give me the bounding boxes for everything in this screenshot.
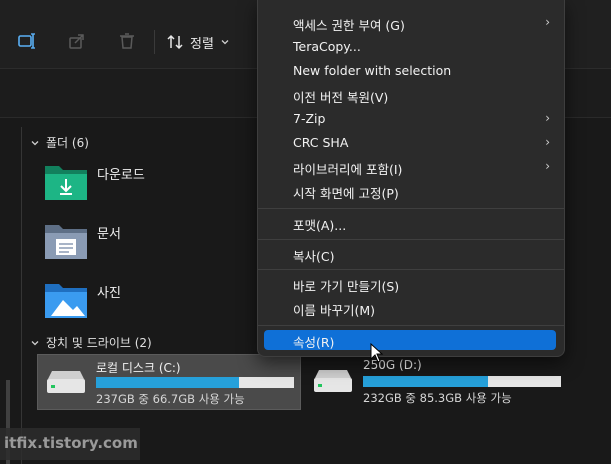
watermark: itfix.tistory.com (0, 428, 140, 460)
drive-usage-fill (363, 376, 488, 387)
menu-item-label: 7-Zip (293, 111, 326, 126)
menu-item-properties[interactable]: 속성(R) (264, 330, 556, 350)
chevron-down-icon (31, 140, 39, 145)
menu-item-label: 복사(C) (293, 249, 335, 264)
rename-button[interactable] (13, 27, 41, 55)
drives-section-header[interactable]: 장치 및 드라이브 (2) (30, 334, 152, 351)
menu-item-label: 이름 바꾸기(M) (293, 303, 376, 318)
menu-item-label: 시작 화면에 고정(P) (293, 186, 399, 201)
drive-usage-bar (363, 376, 561, 387)
sort-icon (167, 34, 183, 50)
tree-line (21, 127, 22, 464)
menu-item-7zip[interactable]: 7-Zip › (264, 108, 556, 130)
sort-label: 정렬 (190, 36, 214, 52)
folder-label: 사진 (97, 286, 121, 301)
watermark-text: itfix.tistory.com (4, 434, 138, 452)
hard-drive-icon (314, 370, 352, 392)
menu-separator (258, 269, 564, 270)
menu-item-label: 라이브러리에 포함(I) (293, 162, 403, 177)
hard-drive-icon (47, 371, 85, 393)
documents-folder-icon (45, 225, 87, 259)
folder-item-pictures[interactable]: 사진 (43, 278, 263, 322)
menu-separator (258, 208, 564, 209)
drive-free-space: 232GB 중 85.3GB 사용 가능 (363, 391, 512, 405)
menu-item-label: TeraCopy... (293, 39, 361, 54)
pictures-folder-icon (45, 284, 87, 318)
folders-section-header[interactable]: 폴더 (6) (30, 134, 89, 151)
sort-button[interactable]: 정렬 (166, 28, 230, 56)
drive-usage-bar (96, 377, 294, 388)
menu-item-format[interactable]: 포맷(A)... (264, 212, 556, 234)
trash-icon (120, 33, 134, 49)
drive-item-c[interactable]: 로컬 디스크 (C:) 237GB 중 66.7GB 사용 가능 (37, 354, 301, 410)
chevron-down-icon (31, 340, 39, 345)
menu-item-copy[interactable]: 복사(C) (264, 243, 556, 265)
share-button[interactable] (63, 27, 91, 55)
folder-label: 문서 (97, 227, 121, 242)
menu-separator (258, 239, 564, 240)
menu-item-restore-previous-versions[interactable]: 이전 버전 복원(V) (264, 84, 556, 106)
menu-item-pin-to-start[interactable]: 시작 화면에 고정(P) (264, 180, 556, 202)
share-icon (69, 34, 84, 49)
menu-item-label: 바로 가기 만들기(S) (293, 279, 400, 294)
folder-item-downloads[interactable]: 다운로드 (43, 160, 263, 204)
menu-item-create-shortcut[interactable]: 바로 가기 만들기(S) (264, 273, 556, 295)
drive-item-d[interactable]: 250G (D:) 232GB 중 85.3GB 사용 가능 (305, 354, 567, 408)
menu-item-label: CRC SHA (293, 135, 349, 150)
menu-item-crc-sha[interactable]: CRC SHA › (264, 132, 556, 154)
mouse-cursor-icon (370, 343, 384, 363)
folder-item-documents[interactable]: 문서 (43, 219, 263, 263)
delete-button[interactable] (113, 27, 141, 55)
drive-name: 로컬 디스크 (C:) (96, 361, 181, 375)
folders-section-label: 폴더 (6) (46, 136, 89, 150)
menu-separator (258, 325, 564, 326)
context-menu: 액세스 권한 부여 (G) › TeraCopy... New folder w… (257, 0, 565, 357)
chevron-right-icon: › (545, 135, 550, 149)
menu-item-label: 액세스 권한 부여 (G) (293, 18, 405, 33)
drive-usage-fill (96, 377, 239, 388)
menu-item-label: 포맷(A)... (293, 218, 347, 233)
download-folder-icon (45, 166, 87, 200)
menu-item-label: 이전 버전 복원(V) (293, 90, 389, 105)
rename-icon (18, 33, 35, 49)
chevron-right-icon: › (545, 159, 550, 173)
drive-free-space: 237GB 중 66.7GB 사용 가능 (96, 392, 245, 406)
menu-item-grant-access[interactable]: 액세스 권한 부여 (G) › (264, 12, 556, 34)
menu-item-include-in-library[interactable]: 라이브러리에 포함(I) › (264, 156, 556, 178)
chevron-down-icon (221, 40, 229, 45)
menu-item-label: 속성(R) (293, 335, 335, 350)
folder-label: 다운로드 (97, 168, 145, 183)
drives-section-label: 장치 및 드라이브 (2) (46, 336, 152, 350)
chevron-right-icon: › (545, 15, 550, 29)
chevron-right-icon: › (545, 111, 550, 125)
menu-item-label: New folder with selection (293, 63, 452, 78)
menu-item-teracopy[interactable]: TeraCopy... (264, 36, 556, 58)
menu-item-new-folder-with-selection[interactable]: New folder with selection (264, 60, 556, 82)
toolbar-divider (154, 30, 155, 54)
menu-item-rename[interactable]: 이름 바꾸기(M) (264, 297, 556, 319)
